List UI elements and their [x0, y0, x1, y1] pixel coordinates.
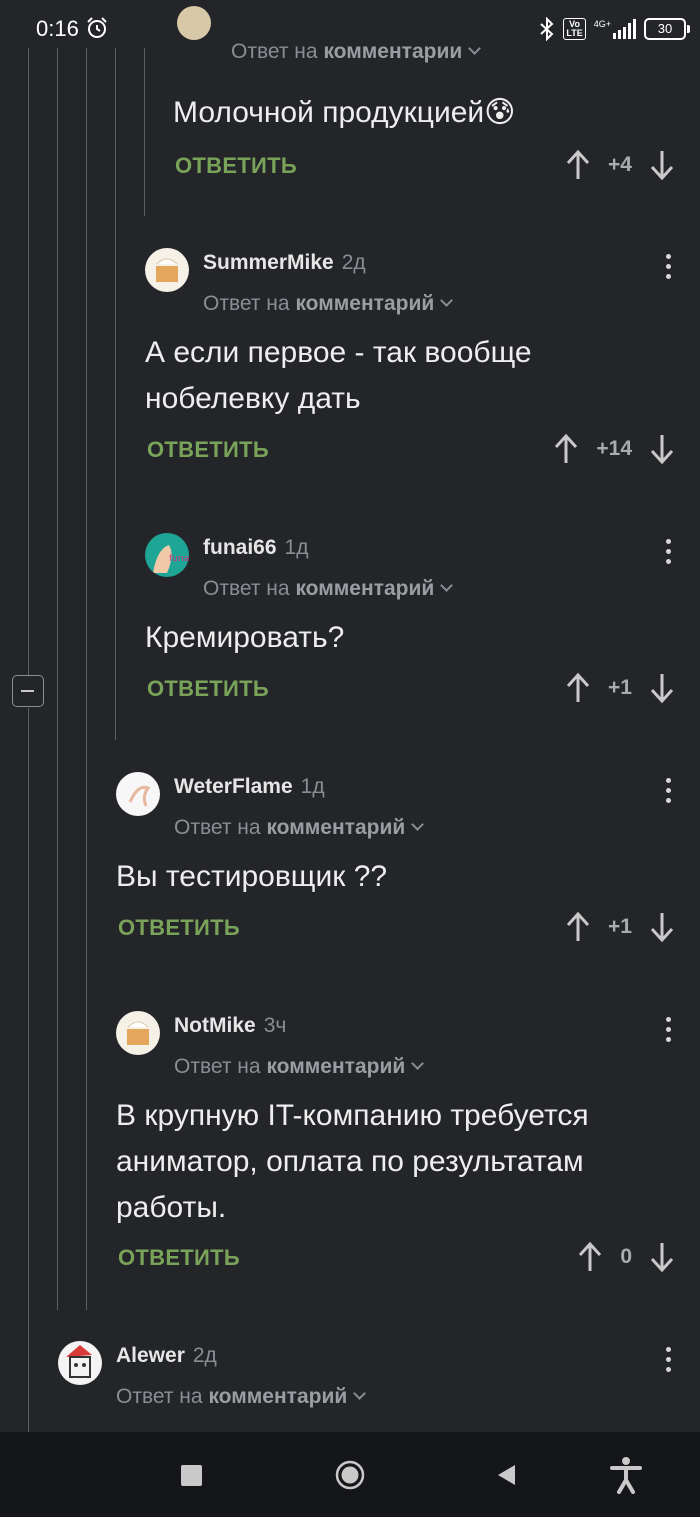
username[interactable]: SummerMike 2д — [203, 251, 366, 275]
chevron-down-icon[interactable] — [468, 42, 482, 55]
vote-controls: +1 — [566, 910, 674, 944]
reply-to: Ответ на комментарии — [231, 40, 482, 64]
comment-time: 2д — [192, 1344, 217, 1367]
downvote-icon[interactable] — [650, 1241, 674, 1273]
comment-text: Вы тестировщик ?? — [116, 860, 388, 893]
more-options-icon[interactable] — [666, 254, 672, 284]
upvote-icon[interactable] — [566, 911, 590, 943]
comment-score: +4 — [608, 153, 632, 176]
chevron-down-icon[interactable] — [440, 579, 454, 592]
comment: SummerMike 2д Ответ на комментарий А если… — [145, 248, 700, 478]
reply-target-link[interactable]: комментарий — [295, 292, 434, 315]
thread-line — [115, 48, 116, 740]
comment: NotMike 3ч Ответ на комментарий В крупную… — [116, 1011, 700, 1281]
avatar[interactable] — [116, 772, 160, 816]
reply-target-link[interactable]: комментарий — [266, 816, 405, 839]
reply-target-link[interactable]: комментарий — [295, 577, 434, 600]
more-options-icon[interactable] — [666, 1017, 672, 1047]
vote-controls: +4 — [566, 148, 674, 182]
comment-score: +1 — [608, 915, 632, 938]
reply-to: Ответ на комментарий — [116, 1385, 367, 1409]
thread-line — [28, 48, 29, 678]
username[interactable]: WeterFlame 1д — [174, 775, 325, 799]
username[interactable]: NotMike 3ч — [174, 1014, 286, 1038]
comment-score: 0 — [620, 1245, 632, 1268]
accessibility-icon[interactable] — [610, 1456, 642, 1494]
downvote-icon[interactable] — [650, 672, 674, 704]
vote-controls: +14 — [554, 432, 674, 466]
alarm-icon — [87, 17, 107, 38]
reply-button[interactable]: ОТВЕТИТЬ — [147, 676, 269, 702]
navigation-bar — [0, 1432, 700, 1517]
comment-text: Кремировать? — [145, 621, 345, 654]
upvote-icon[interactable] — [566, 672, 590, 704]
downvote-icon[interactable] — [650, 433, 674, 465]
comment-text: А если первое - так вообще нобелевку дат… — [145, 336, 532, 415]
thread-line — [57, 48, 58, 1310]
reply-target-link[interactable]: комментарий — [208, 1385, 347, 1408]
vote-controls: 0 — [578, 1240, 674, 1274]
comment-time: 1д — [284, 536, 309, 559]
comment-score: +1 — [608, 676, 632, 699]
thread-line — [86, 48, 87, 1310]
status-time: 0:16 — [36, 16, 79, 41]
upvote-icon[interactable] — [566, 149, 590, 181]
back-button[interactable] — [495, 1463, 517, 1487]
reply-target-link[interactable]: комментарий — [266, 1055, 405, 1078]
reply-button[interactable]: ОТВЕТИТЬ — [147, 437, 269, 463]
comment-text: В крупную IT-компанию требуется аниматор… — [116, 1099, 589, 1224]
reply-to: Ответ на комментарий — [203, 577, 454, 601]
chevron-down-icon[interactable] — [353, 1387, 367, 1400]
more-options-icon[interactable] — [666, 539, 672, 569]
upvote-icon[interactable] — [554, 433, 578, 465]
chevron-down-icon[interactable] — [440, 294, 454, 307]
reply-target-link[interactable]: комментарии — [323, 40, 462, 63]
avatar[interactable] — [58, 1341, 102, 1385]
comment-time: 2д — [341, 251, 366, 274]
reply-to: Ответ на комментарий — [174, 816, 425, 840]
upvote-icon[interactable] — [578, 1241, 602, 1273]
comment: funai funai661д Ответ на комментарий Кре… — [145, 533, 700, 713]
comment: Alewer 2д Ответ на комментарий — [58, 1341, 700, 1431]
collapse-thread-button[interactable] — [12, 675, 44, 707]
comment-time: 3ч — [263, 1014, 287, 1037]
thread-line — [144, 48, 145, 216]
more-options-icon[interactable] — [666, 778, 672, 808]
avatar[interactable] — [177, 6, 211, 40]
comment-score: +14 — [596, 437, 632, 460]
avatar[interactable] — [145, 248, 189, 292]
comment-text: Молочной продукцией😰 — [173, 96, 516, 129]
downvote-icon[interactable] — [650, 149, 674, 181]
username[interactable]: funai66 1д — [203, 536, 308, 560]
chevron-down-icon[interactable] — [411, 1057, 425, 1070]
comment: Ответ на комментарии Молочной продукцией… — [173, 6, 700, 190]
chevron-down-icon[interactable] — [411, 818, 425, 831]
reply-to: Ответ на комментарий — [203, 292, 454, 316]
vote-controls: +1 — [566, 671, 674, 705]
downvote-icon[interactable] — [650, 911, 674, 943]
comment-time: 1д — [300, 775, 325, 798]
svg-text:funai: funai — [169, 554, 189, 564]
avatar[interactable]: funai — [145, 533, 189, 577]
more-options-icon[interactable] — [666, 1347, 672, 1377]
recent-apps-button[interactable] — [181, 1465, 202, 1486]
username[interactable]: Alewer 2д — [116, 1344, 217, 1368]
reply-button[interactable]: ОТВЕТИТЬ — [118, 1245, 240, 1271]
thread-line — [28, 708, 29, 1432]
reply-button[interactable]: ОТВЕТИТЬ — [118, 915, 240, 941]
avatar[interactable] — [116, 1011, 160, 1055]
reply-button[interactable]: ОТВЕТИТЬ — [175, 153, 297, 179]
reply-to: Ответ на комментарий — [174, 1055, 425, 1079]
comment: WeterFlame 1д Ответ на комментарий Вы тес… — [116, 772, 700, 952]
home-button[interactable] — [335, 1460, 365, 1490]
